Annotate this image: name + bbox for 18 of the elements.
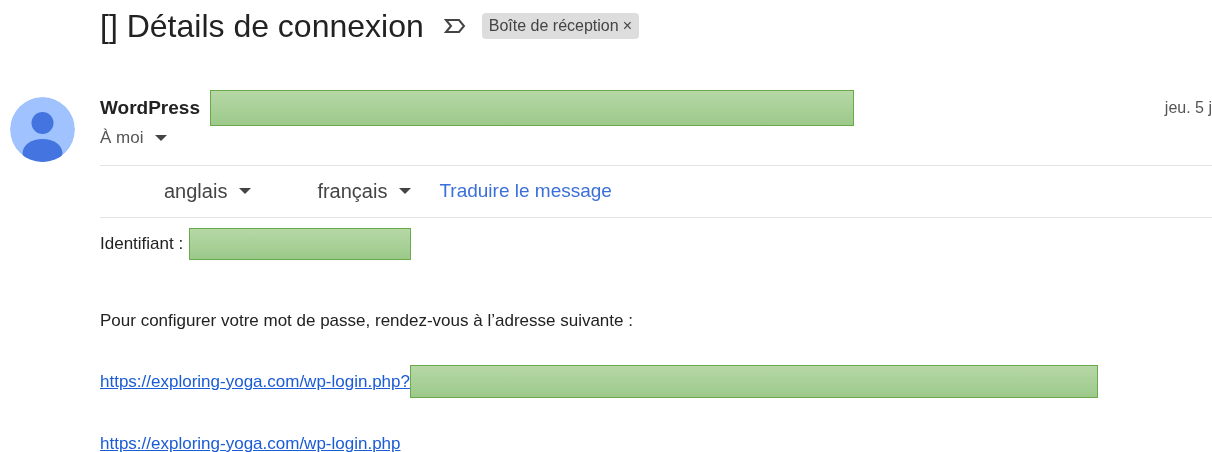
label-text: Boîte de réception xyxy=(488,16,619,36)
caret-icon xyxy=(399,188,412,194)
target-language-dropdown[interactable]: français xyxy=(317,176,412,206)
recipient-dropdown[interactable]: À moi xyxy=(100,125,168,151)
instruction-text: Pour configurer votre mot de passe, rendez-vous à l’adresse suivante : xyxy=(100,309,634,332)
login-link[interactable]: https://exploring-yoga.com/wp-login.php xyxy=(100,431,401,452)
caret-icon xyxy=(239,188,252,194)
sender-name: WordPress xyxy=(100,95,200,120)
email-date: jeu. 5 j xyxy=(1164,98,1212,118)
avatar xyxy=(10,97,75,162)
remove-label-button[interactable]: × xyxy=(622,18,632,34)
reset-password-link[interactable]: https://exploring-yoga.com/wp-login.php? xyxy=(100,368,410,395)
source-language-dropdown[interactable]: anglais xyxy=(164,176,252,206)
login-label: Identifiant : xyxy=(100,232,184,255)
label-arrow-icon[interactable] xyxy=(443,18,466,34)
translate-link[interactable]: Traduire le message xyxy=(439,176,612,206)
email-subject: [] Détails de connexion xyxy=(100,10,424,42)
caret-icon xyxy=(155,134,168,141)
